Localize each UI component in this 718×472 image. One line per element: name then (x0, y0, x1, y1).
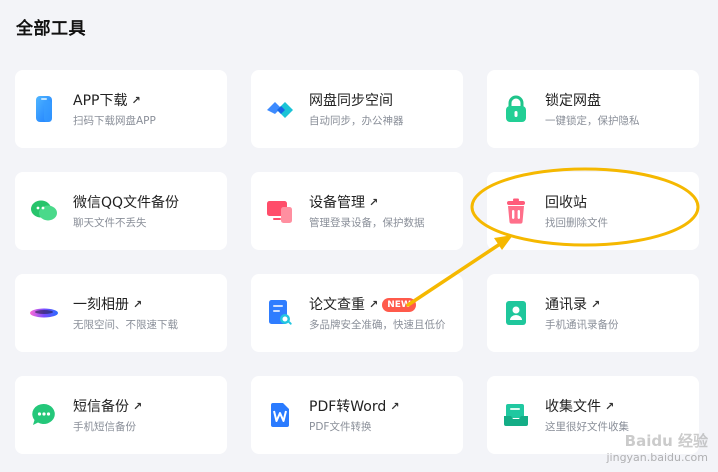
new-badge: NEW (382, 298, 416, 312)
external-link-icon: ↗ (605, 400, 615, 413)
tool-subtitle: 多品牌安全准确，快速且低价 (309, 319, 446, 331)
tool-title: 锁定网盘 (545, 93, 601, 109)
document-search-icon (265, 298, 295, 328)
tool-card-sms-backup[interactable]: 短信备份 ↗ 手机短信备份 (15, 376, 227, 454)
tool-card-album[interactable]: 一刻相册 ↗ 无限空间、不限速下载 (15, 274, 227, 352)
external-link-icon: ↗ (369, 298, 379, 311)
tool-title: 微信QQ文件备份 (73, 195, 180, 211)
tool-title: PDF转Word (309, 399, 387, 415)
tool-subtitle: 无限空间、不限速下载 (73, 319, 178, 331)
external-link-icon: ↗ (133, 400, 143, 413)
tool-card-pdf-to-word[interactable]: PDF转Word ↗ PDF文件转换 (251, 376, 463, 454)
tool-title: 设备管理 (309, 195, 365, 211)
collect-icon (501, 400, 531, 430)
album-icon (29, 298, 59, 328)
phone-icon (29, 94, 59, 124)
page-title: 全部工具 (16, 19, 86, 39)
chat-bubbles-icon (29, 196, 59, 226)
tool-title: 网盘同步空间 (309, 93, 393, 109)
tools-grid: APP下载 ↗ 扫码下载网盘APP 网盘同步空间 自动同步，办公神器 锁定网盘 … (15, 70, 699, 454)
tool-card-app-download[interactable]: APP下载 ↗ 扫码下载网盘APP (15, 70, 227, 148)
tool-title: 短信备份 (73, 399, 129, 415)
tool-title: 一刻相册 (73, 297, 129, 313)
tool-card-lock-drive[interactable]: 锁定网盘 一键锁定，保护隐私 (487, 70, 699, 148)
tool-subtitle: 手机通讯录备份 (545, 319, 619, 331)
tool-card-paper-check[interactable]: 论文查重 ↗ NEW 多品牌安全准确，快速且低价 (251, 274, 463, 352)
watermark: Baidu 经验 jingyan.baidu.com (606, 430, 708, 464)
tool-subtitle: 自动同步，办公神器 (309, 115, 404, 127)
external-link-icon: ↗ (390, 400, 400, 413)
tool-title: 论文查重 (309, 297, 365, 313)
tool-card-device-management[interactable]: 设备管理 ↗ 管理登录设备，保护数据 (251, 172, 463, 250)
external-link-icon: ↗ (591, 298, 601, 311)
tool-subtitle: 管理登录设备，保护数据 (309, 217, 425, 229)
tool-card-wechat-qq-backup[interactable]: 微信QQ文件备份 聊天文件不丢失 (15, 172, 227, 250)
watermark-sub: jingyan.baidu.com (606, 451, 708, 464)
external-link-icon: ↗ (133, 298, 143, 311)
tool-card-recycle-bin[interactable]: 回收站 找回删除文件 (487, 172, 699, 250)
tool-subtitle: 找回删除文件 (545, 217, 608, 229)
sms-icon (29, 400, 59, 430)
tool-subtitle: 手机短信备份 (73, 421, 136, 433)
tool-subtitle: 聊天文件不丢失 (73, 217, 147, 229)
devices-icon (265, 196, 295, 226)
tool-card-contacts[interactable]: 通讯录 ↗ 手机通讯录备份 (487, 274, 699, 352)
watermark-main: Baidu 经验 (624, 432, 708, 450)
trash-icon (501, 196, 531, 226)
tool-title: 收集文件 (545, 399, 601, 415)
external-link-icon: ↗ (131, 94, 141, 107)
tool-title: 回收站 (545, 195, 587, 211)
contact-icon (501, 298, 531, 328)
tool-title: APP下载 (73, 93, 128, 109)
lock-icon (501, 94, 531, 124)
word-icon (265, 400, 295, 430)
tool-subtitle: 扫码下载网盘APP (73, 115, 156, 127)
sync-icon (265, 94, 295, 124)
tool-card-sync-space[interactable]: 网盘同步空间 自动同步，办公神器 (251, 70, 463, 148)
tool-subtitle: 一键锁定，保护隐私 (545, 115, 640, 127)
tool-subtitle: PDF文件转换 (309, 421, 372, 433)
external-link-icon: ↗ (369, 196, 379, 209)
tool-title: 通讯录 (545, 297, 587, 313)
